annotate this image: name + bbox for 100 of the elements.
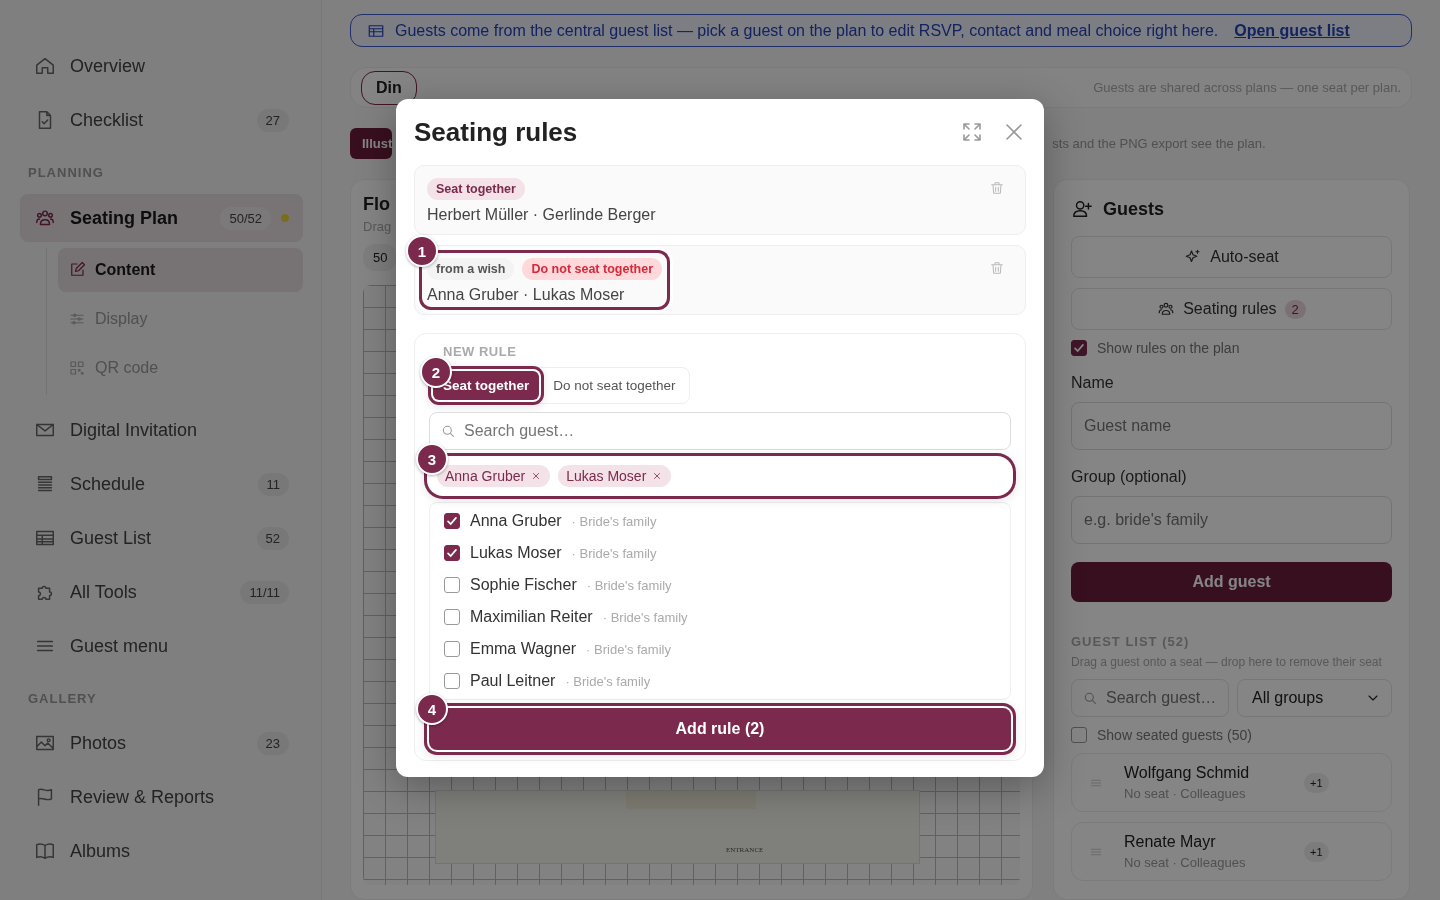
checkbox[interactable]: [444, 673, 460, 689]
search-field[interactable]: Search guest…: [1071, 679, 1229, 717]
rule-guests: Herbert Müller · Gerlinde Berger: [427, 206, 656, 224]
sidebar-label: Checklist: [70, 109, 145, 131]
illustration-button[interactable]: Illust: [350, 128, 393, 159]
guest-group: · Bride's family: [602, 609, 688, 625]
guest-group: · Bride's family: [565, 673, 651, 689]
sidebar-item[interactable]: Guest List 52: [20, 515, 303, 561]
checkbox[interactable]: [444, 513, 460, 529]
rule-guests: Anna Gruber · Lukas Moser: [427, 286, 626, 304]
home-icon: [34, 55, 56, 77]
sidebar-label: Albums: [70, 840, 132, 862]
sidebar-item[interactable]: Overview: [20, 43, 303, 89]
delete-button[interactable]: [989, 260, 1005, 276]
mode-tab[interactable]: Do not seat together: [543, 371, 686, 400]
group-dropdown[interactable]: All groups: [1237, 679, 1392, 717]
count-badge: 11: [257, 472, 289, 496]
checkbox[interactable]: [444, 609, 460, 625]
field-label: Group (optional): [1071, 468, 1188, 486]
checkbox-label: Show rules on the plan: [1097, 340, 1240, 356]
panel-title: Guests: [1103, 198, 1165, 220]
sidebar-label: Photos: [70, 732, 128, 754]
checkbox[interactable]: [1071, 340, 1087, 356]
pencil-icon: [68, 261, 86, 279]
sidebar-item[interactable]: Guest menu: [20, 623, 303, 669]
expand-icon: [960, 120, 984, 144]
guest-name: Renate Mayr: [1124, 833, 1217, 851]
sidebar-label: Overview: [70, 55, 146, 77]
add-guest-button[interactable]: Add guest: [1071, 562, 1392, 602]
sidebar-label: Guest List: [70, 527, 153, 549]
dialog-title: Seating rules: [414, 116, 579, 148]
sidebar-label: Guest menu: [70, 635, 170, 657]
checkbox[interactable]: [1071, 727, 1087, 743]
auto-seat-button[interactable]: Auto-seat: [1071, 236, 1392, 278]
delete-button[interactable]: [989, 180, 1005, 196]
guest-group: · Bride's family: [571, 545, 657, 561]
guest-group: · Bride's family: [586, 641, 671, 657]
guest-name: Paul Leitner: [470, 672, 556, 690]
name-field[interactable]: Guest name: [1071, 402, 1392, 450]
count-badge: 2: [1284, 299, 1306, 319]
guest-name: Lukas Moser: [470, 544, 562, 562]
count-badge: 11/11: [240, 580, 289, 604]
sidebar-item[interactable]: Albums: [20, 828, 303, 874]
sidebar-item[interactable]: Digital Invitation: [20, 407, 303, 453]
guest-group: · Bride's family: [586, 577, 672, 593]
checkbox[interactable]: [444, 545, 460, 561]
guest-group: · Bride's family: [571, 513, 657, 529]
sidebar-subitem[interactable]: Content: [58, 248, 303, 292]
group-field[interactable]: e.g. bride's family: [1071, 496, 1392, 544]
search-icon: [1082, 690, 1098, 706]
banner-text: Guests come from the central guest list — pick a guest on the plan to edit RSVP, contact and meal choice right here.: [395, 21, 1219, 40]
checkbox-label: Show seated guests (50): [1097, 727, 1252, 743]
plan-tab[interactable]: Din: [361, 70, 417, 105]
section-heading: NEW RULE: [442, 344, 518, 359]
guest-name: Wolfgang Schmid: [1124, 764, 1251, 782]
field-label: Name: [1071, 374, 1115, 392]
rule-tag: Do not seat together: [522, 258, 662, 280]
sidebar-item[interactable]: Schedule 11: [20, 461, 303, 507]
qr-icon: [68, 359, 86, 377]
sidebar-label: All Tools: [70, 581, 138, 603]
sidebar-label: Seating Plan: [70, 207, 180, 229]
sidebar-item[interactable]: Checklist 27: [20, 97, 303, 143]
guest-name: Sophie Fischer: [470, 576, 577, 594]
sidebar-label: Schedule: [70, 473, 147, 495]
guest-list-link[interactable]: Open guest list: [1234, 21, 1350, 40]
users-icon: [1157, 300, 1176, 318]
count-badge: 52: [256, 526, 289, 550]
plus-one-badge: +1: [1304, 841, 1329, 862]
rule-tag: from a wish: [427, 258, 515, 280]
chip-label: Anna Gruber: [445, 468, 526, 484]
checkbox[interactable]: [444, 577, 460, 593]
chip-label: Lukas Moser: [566, 468, 647, 484]
count-pill: 50: [363, 244, 398, 271]
count-badge: 23: [256, 731, 289, 755]
sidebar-item[interactable]: Review & Reports: [20, 774, 303, 820]
sidebar-label: Content: [95, 261, 156, 279]
rule-tag: Seat together: [427, 178, 525, 200]
user-plus-icon: [1071, 198, 1093, 220]
trash-icon: [989, 260, 1005, 276]
plus-one-badge: +1: [1304, 772, 1329, 793]
step-badge: 4: [416, 693, 448, 725]
sidebar-item[interactable]: Photos 23: [20, 720, 303, 766]
sidebar-item[interactable]: Seating Plan 50/52: [20, 194, 303, 242]
seating-rules-button[interactable]: Seating rules 2: [1071, 288, 1392, 330]
count-badge: 50/52: [220, 206, 271, 230]
card-title: Flo: [363, 194, 390, 215]
count-badge: 27: [256, 108, 289, 132]
checkbox[interactable]: [444, 641, 460, 657]
guest-name: Maximilian Reiter: [470, 608, 593, 626]
book-icon: [34, 840, 56, 862]
step-badge: 3: [416, 443, 448, 475]
guest-name: Anna Gruber: [470, 512, 562, 530]
search-icon: [440, 423, 456, 439]
trash-icon: [989, 180, 1005, 196]
sidebar-label: Digital Invitation: [70, 419, 199, 441]
expand-button[interactable]: [960, 120, 984, 144]
sidebar-label: Review & Reports: [70, 786, 216, 808]
sidebar-item[interactable]: All Tools 11/11: [20, 569, 303, 615]
search-field[interactable]: Search guest…: [429, 412, 1011, 450]
guest-name: Emma Wagner: [470, 640, 577, 658]
